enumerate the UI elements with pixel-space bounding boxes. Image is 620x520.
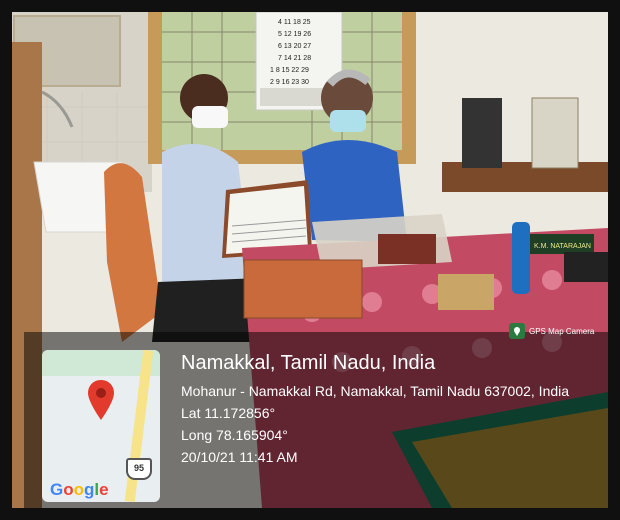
gps-camera-badge: GPS Map Camera: [509, 320, 594, 342]
file-binders: [462, 98, 502, 168]
svg-text:6 13 20 27: 6 13 20 27: [278, 43, 311, 50]
gps-camera-label: GPS Map Camera: [529, 326, 595, 336]
gps-overlay: GPS Map Camera 95 Google Namakkal, Tamil…: [24, 323, 608, 508]
wooden-box: [438, 274, 494, 310]
google-logo: Google: [50, 480, 109, 499]
address-line: Mohanur - Namakkal Rd, Namakkal, Tamil N…: [181, 383, 570, 399]
longitude-line: Long 78.165904°: [181, 427, 288, 443]
svg-text:K.M. NATARAJAN: K.M. NATARAJAN: [534, 243, 591, 250]
file-folder-orange: [243, 259, 363, 319]
svg-text:7 14 21 28: 7 14 21 28: [278, 55, 311, 62]
office-photo: 4 11 18 25 5 12 19 26 6 13 20 27 7 14 21…: [12, 12, 608, 508]
timestamp-line: 20/10/21 11:41 AM: [181, 449, 298, 465]
latitude-line: Lat 11.172856°: [181, 405, 276, 421]
gps-text: Namakkal, Tamil Nadu, India Mohanur - Na…: [181, 350, 569, 468]
place-title: Namakkal, Tamil Nadu, India: [181, 352, 436, 374]
svg-text:2 9 16 23 30: 2 9 16 23 30: [270, 79, 309, 86]
svg-text:5 12 19 26: 5 12 19 26: [278, 31, 311, 38]
route-shield: 95: [126, 458, 152, 480]
water-bottle: [512, 222, 530, 294]
gps-camera-icon: [509, 323, 525, 339]
svg-text:4 11 18 25: 4 11 18 25: [278, 19, 311, 26]
book-box: [378, 234, 436, 264]
svg-text:1 8 15 22 29: 1 8 15 22 29: [270, 67, 309, 74]
photo-frame: 4 11 18 25 5 12 19 26 6 13 20 27 7 14 21…: [0, 0, 620, 520]
location-pin-icon: [88, 380, 114, 420]
telephone: [564, 252, 608, 282]
map-thumbnail: 95 Google: [42, 350, 160, 502]
